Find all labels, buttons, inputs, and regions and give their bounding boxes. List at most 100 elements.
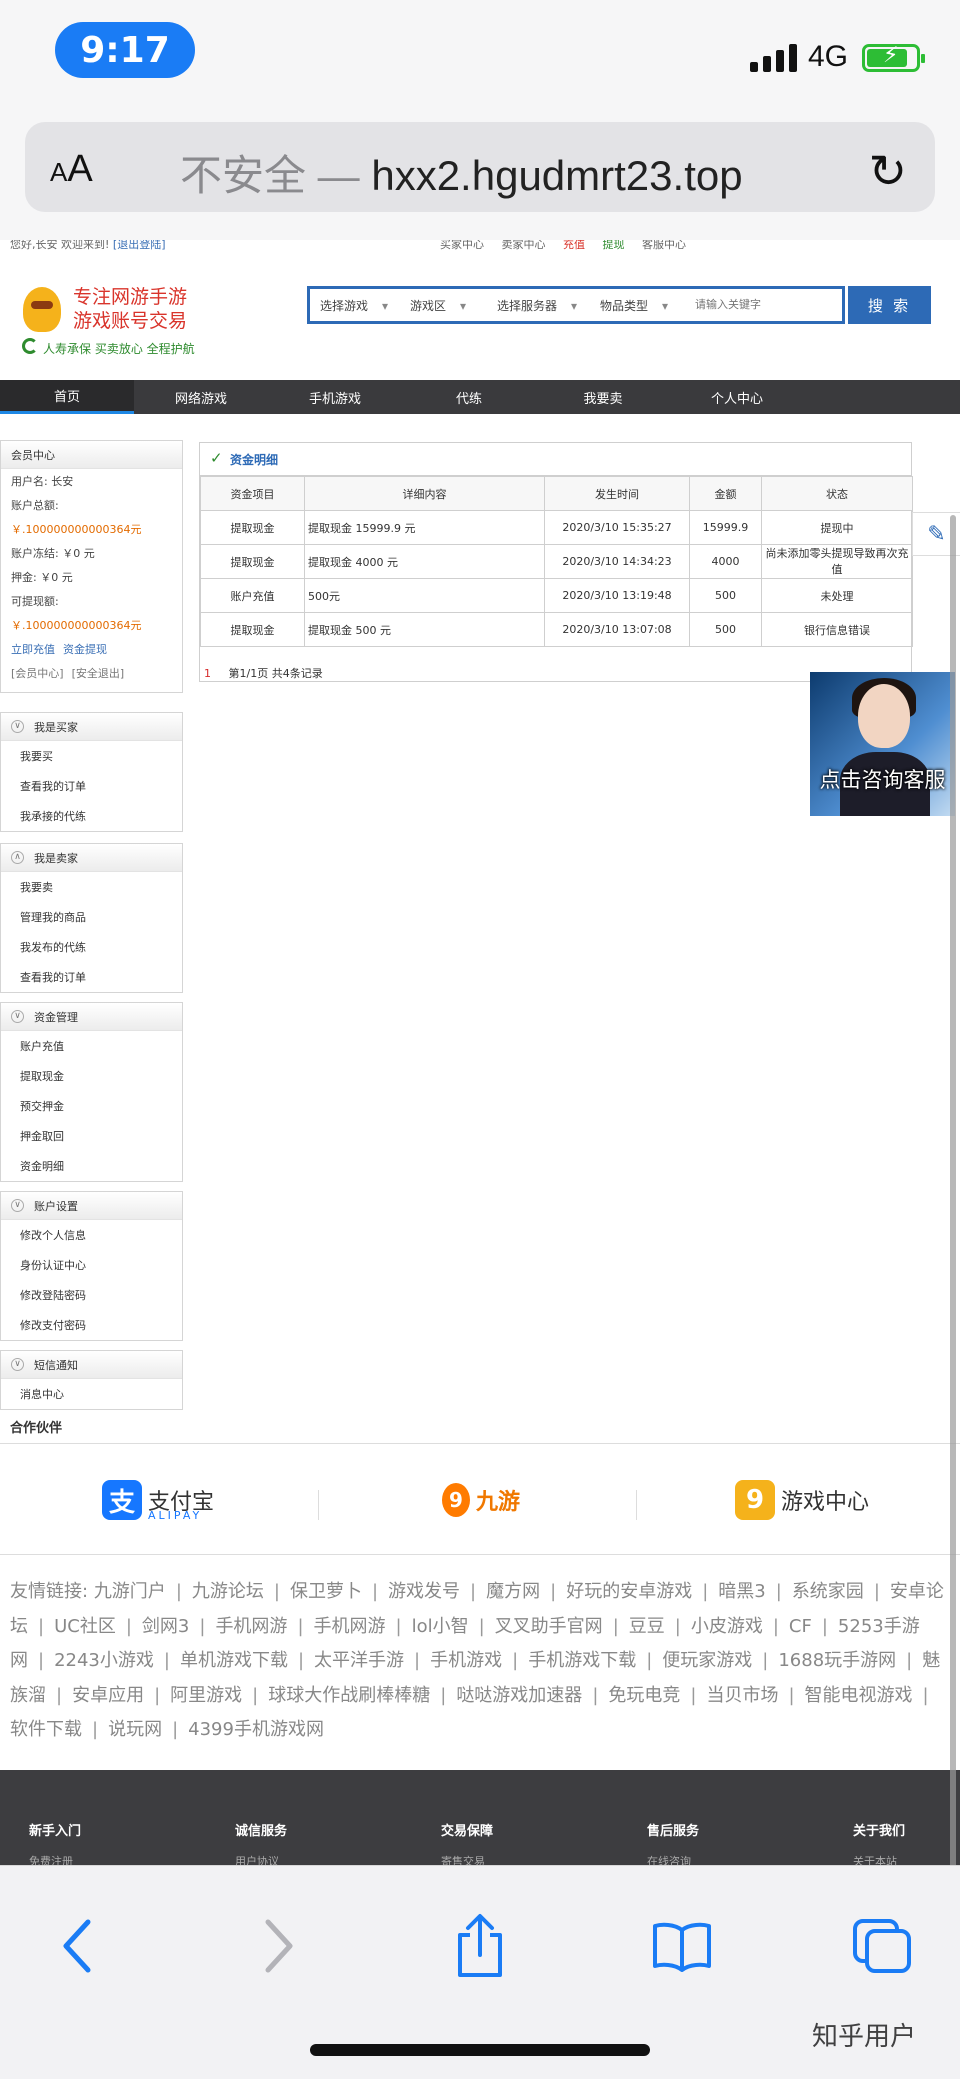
url-text[interactable]: 不安全 — hxx2.hgudmrt23.top [180,142,743,203]
pager-current-page[interactable]: 1 [204,667,211,680]
friend-link[interactable]: 球球大作战刷棒棒糖 [268,1685,430,1706]
friend-link[interactable]: 豆豆 [629,1616,665,1637]
partner-game-center[interactable]: 9 游戏中心 [735,1475,869,1525]
sidebar-item-withdraw-cash[interactable]: 提取现金 [1,1061,182,1091]
partner-alipay[interactable]: 支 支付宝 ALIPAY [102,1475,214,1525]
friend-link[interactable]: lol小智 [412,1616,469,1637]
friend-link[interactable]: 软件下载 [10,1719,82,1740]
sidebar-item-accepted-boosting[interactable]: 我承接的代练 [1,801,182,831]
sms-panel-title[interactable]: ∨ 短信通知 [1,1351,182,1379]
friend-link[interactable]: 4399手机游戏网 [188,1719,324,1740]
friend-link[interactable]: 说玩网 [108,1719,162,1740]
customer-service-float[interactable]: 点击咨询客服 [810,672,955,816]
friend-link[interactable]: 免玩电竞 [608,1685,680,1706]
friend-link[interactable]: 智能电视游戏 [805,1685,913,1706]
sidebar-item-edit-profile[interactable]: 修改个人信息 [1,1220,182,1250]
friend-link[interactable]: 手机网游 [314,1616,386,1637]
nav-mobile-games[interactable]: 手机游戏 [268,380,402,414]
funds-panel-title[interactable]: ∨ 资金管理 [1,1003,182,1031]
partner-jiuyou[interactable]: 9 九游 [442,1475,520,1525]
topbar-link-recharge[interactable]: 充值 [563,240,585,251]
buyer-panel-title[interactable]: ∨ 我是买家 [1,713,182,741]
sidebar-item-seller-orders[interactable]: 查看我的订单 [1,962,182,992]
tabs-icon[interactable] [842,1906,922,1986]
select-game[interactable]: 选择游戏 [320,297,388,314]
sidebar-item-retrieve-deposit[interactable]: 押金取回 [1,1121,182,1151]
book-icon[interactable] [642,1906,722,1986]
nav-home[interactable]: 首页 [0,380,134,414]
site-logo[interactable]: 专注网游手游 游戏账号交易 人寿承保 买卖放心 全程护航 [18,282,228,362]
select-server[interactable]: 选择服务器 [497,297,577,314]
nav-boosting[interactable]: 代练 [402,380,536,414]
nav-personal-center[interactable]: 个人中心 [670,380,804,414]
friend-link[interactable]: 叉叉助手官网 [495,1616,603,1637]
reader-settings-button[interactable]: AA [50,148,93,191]
sidebar-item-pay-password[interactable]: 修改支付密码 [1,1310,182,1340]
friend-link[interactable]: 2243小游戏 [54,1650,154,1671]
friend-link[interactable]: 太平洋手游 [314,1650,404,1671]
friend-link[interactable]: 保卫萝卜 [290,1581,362,1602]
reload-icon[interactable]: ↻ [868,144,907,198]
friend-link[interactable]: 1688玩手游网 [778,1650,896,1671]
footer-link[interactable]: 用户协议 [235,1853,287,1865]
search-button[interactable]: 搜 索 [848,286,931,324]
sidebar-item-buy[interactable]: 我要买 [1,741,182,771]
footer-link[interactable]: 寄售交易 [441,1853,493,1865]
recharge-link[interactable]: 立即充值 [11,641,55,657]
select-zone[interactable]: 游戏区 [410,297,466,314]
friend-link[interactable]: 手机网游 [215,1616,287,1637]
friend-link[interactable]: 游戏发号 [388,1581,460,1602]
friend-link[interactable]: 安卓应用 [72,1685,144,1706]
sidebar-item-login-password[interactable]: 修改登陆密码 [1,1280,182,1310]
chevron-left-icon[interactable] [38,1906,118,1986]
friend-link[interactable]: 单机游戏下载 [180,1650,288,1671]
friend-link[interactable]: 手机游戏下载 [528,1650,636,1671]
member-center-link[interactable]: [会员中心] [11,665,64,681]
sidebar-item-messages[interactable]: 消息中心 [1,1379,182,1409]
seller-panel-title[interactable]: ∧ 我是卖家 [1,844,182,872]
sidebar-item-identity[interactable]: 身份认证中心 [1,1250,182,1280]
sidebar-item-published-boosting[interactable]: 我发布的代练 [1,932,182,962]
logout-link[interactable]: [退出登陆] [113,240,166,251]
footer-link[interactable]: 免费注册 [29,1853,81,1865]
settings-panel-title[interactable]: ∨ 账户设置 [1,1192,182,1220]
chevron-right-icon[interactable] [238,1906,318,1986]
sidebar-item-manage-goods[interactable]: 管理我的商品 [1,902,182,932]
topbar-link-service[interactable]: 客服中心 [642,240,686,251]
friend-link[interactable]: 魔方网 [486,1581,540,1602]
topbar-link-buyer[interactable]: 买家中心 [440,240,484,251]
friend-link[interactable]: 剑网3 [142,1616,189,1637]
sidebar-item-sell[interactable]: 我要卖 [1,872,182,902]
friend-link[interactable]: 哒哒游戏加速器 [456,1685,582,1706]
withdraw-link[interactable]: 资金提现 [63,641,107,657]
select-item-type[interactable]: 物品类型 [600,297,668,314]
safe-exit-link[interactable]: [安全退出] [72,665,125,681]
nav-sell[interactable]: 我要卖 [536,380,670,414]
search-input[interactable] [695,294,840,316]
friend-link[interactable]: 阿里游戏 [170,1685,242,1706]
friend-link[interactable]: 系统家园 [792,1581,864,1602]
status-time[interactable]: 9:17 [55,22,195,78]
friend-link[interactable]: 九游论坛 [192,1581,264,1602]
friend-link[interactable]: 九游门户 [94,1581,166,1602]
topbar-link-withdraw[interactable]: 提现 [603,240,625,251]
home-indicator[interactable] [310,2044,650,2056]
friend-link[interactable]: UC社区 [54,1616,116,1637]
topbar-link-seller[interactable]: 卖家中心 [502,240,546,251]
address-bar[interactable]: AA 不安全 — hxx2.hgudmrt23.top ↻ [25,122,935,212]
sidebar-item-prepay-deposit[interactable]: 预交押金 [1,1091,182,1121]
friend-link[interactable]: CF [789,1616,812,1637]
footer-link[interactable]: 关于本站 [853,1853,905,1865]
friend-link[interactable]: 好玩的安卓游戏 [566,1581,692,1602]
friend-link[interactable]: 当贝市场 [706,1685,778,1706]
sidebar-item-recharge[interactable]: 账户充值 [1,1031,182,1061]
footer-link[interactable]: 在线咨询 [647,1853,699,1865]
nav-online-games[interactable]: 网络游戏 [134,380,268,414]
sidebar-item-fund-details[interactable]: 资金明细 [1,1151,182,1181]
friend-link[interactable]: 小皮游戏 [691,1616,763,1637]
friend-link[interactable]: 便玩家游戏 [662,1650,752,1671]
sidebar-item-buyer-orders[interactable]: 查看我的订单 [1,771,182,801]
share-icon[interactable] [440,1906,520,1986]
page-scrollbar[interactable] [950,515,956,1865]
friend-link[interactable]: 手机游戏 [430,1650,502,1671]
